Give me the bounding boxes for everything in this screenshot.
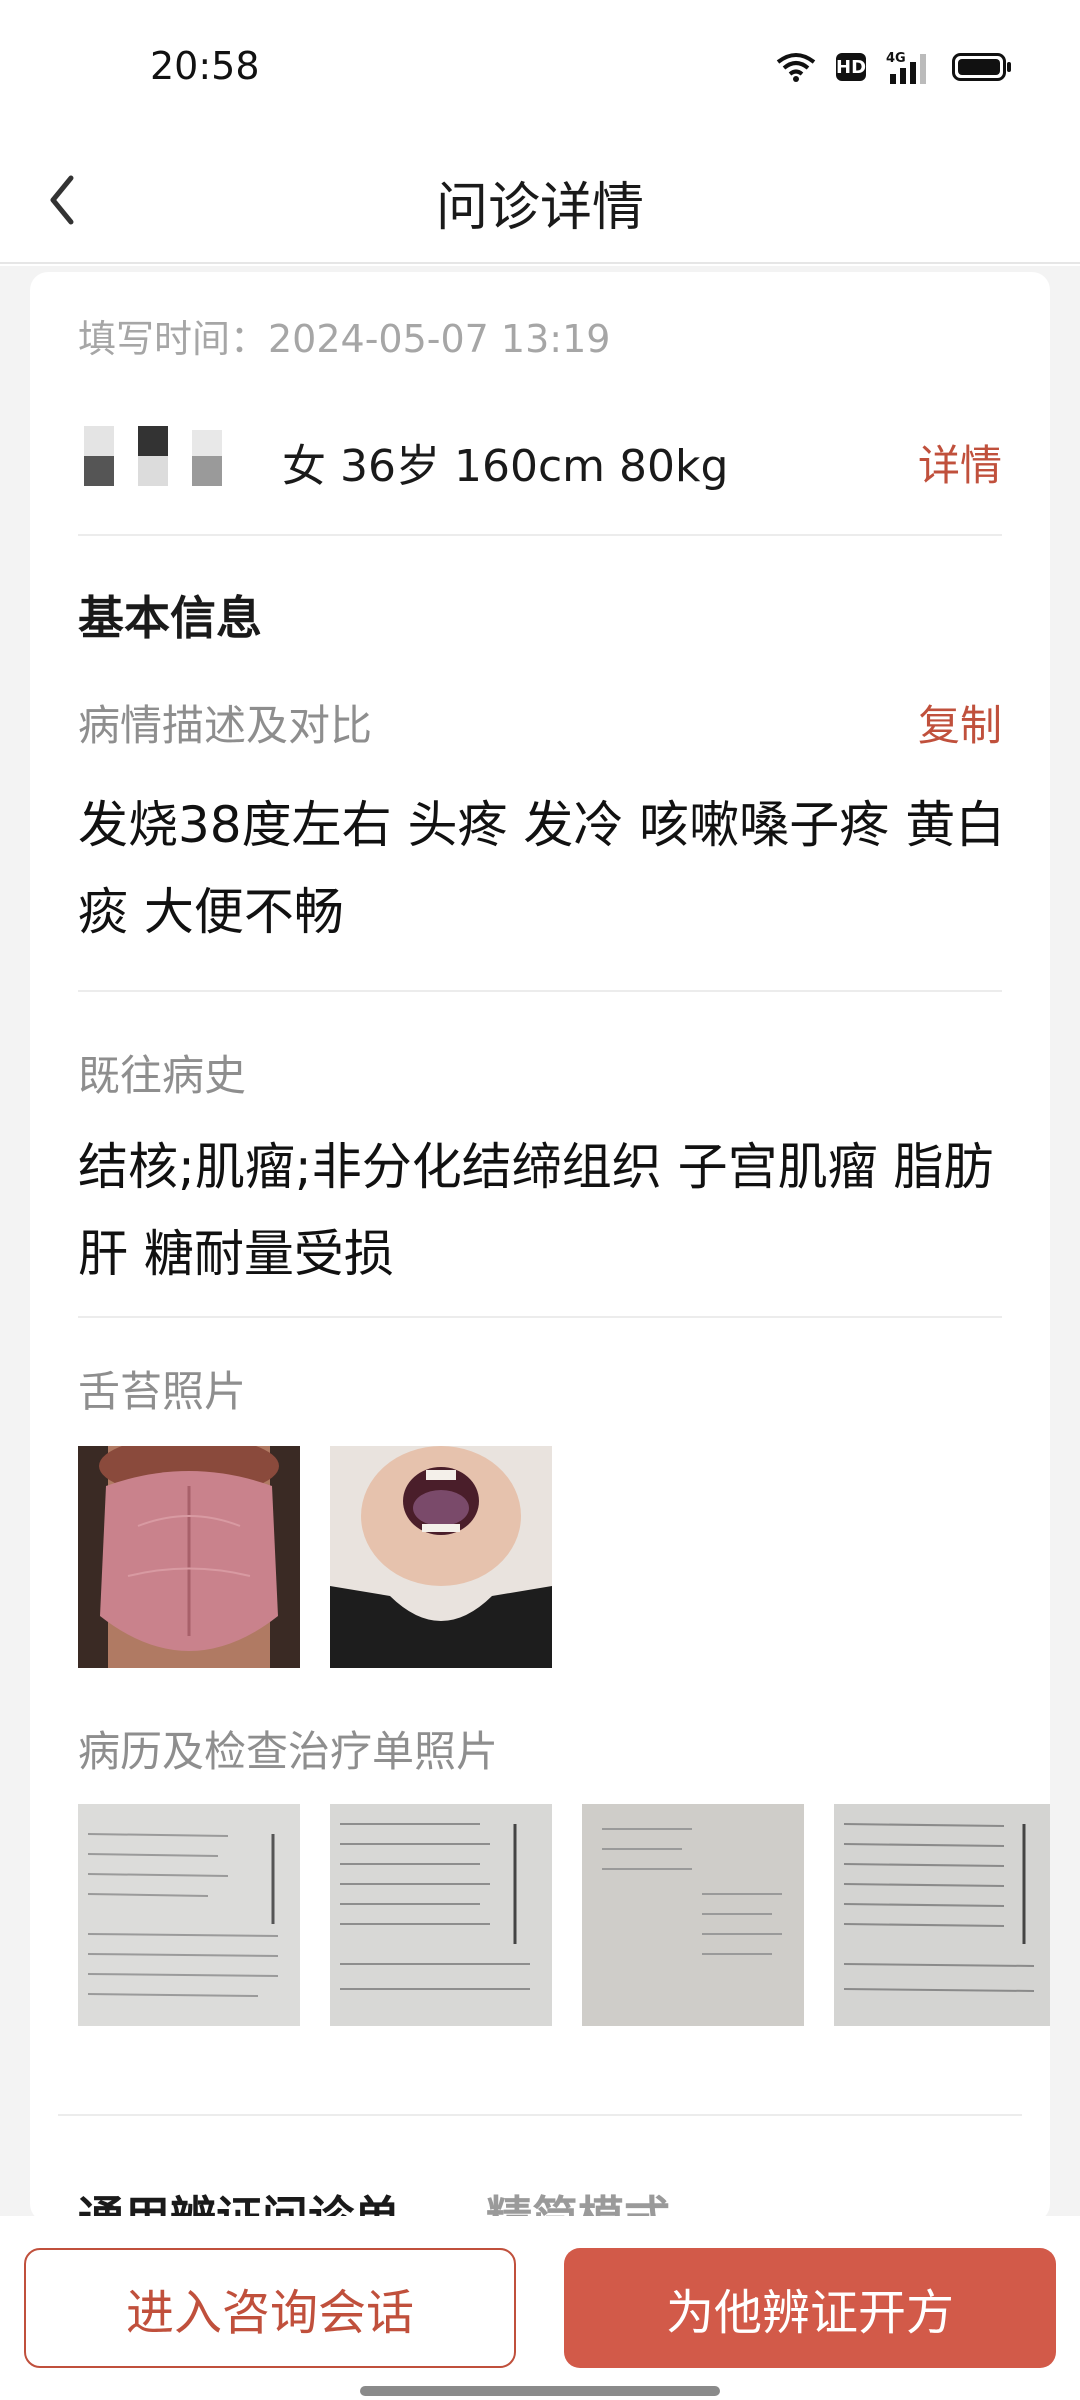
page-title: 问诊详情 <box>435 177 644 238</box>
wifi-icon <box>776 52 816 82</box>
record-photo-3[interactable] <box>582 1804 804 2026</box>
records-photos-label: 病历及检查治疗单照片 <box>78 1727 499 1776</box>
section-title-basic-info: 基本信息 <box>78 591 262 645</box>
tongue-photos-label: 舌苔照片 <box>78 1367 247 1416</box>
signal-icon: 4G <box>886 50 932 84</box>
fill-time: 填写时间：2024-05-07 13:19 <box>78 317 611 361</box>
tongue-photo-row <box>78 1446 552 1668</box>
home-indicator[interactable] <box>360 2386 720 2396</box>
status-bar: 20:58 HD 4G <box>0 0 1080 140</box>
status-time: 20:58 <box>150 44 260 88</box>
condition-text: 发烧38度左右 头疼 发冷 咳嗽嗓子疼 黄白痰 大便不畅 <box>78 796 1006 941</box>
consultation-card: 填写时间：2024-05-07 13:19 女 36岁 160cm 80kg 详… <box>30 272 1050 2245</box>
patient-info: 女 36岁 160cm 80kg <box>282 441 729 492</box>
record-photo-1[interactable] <box>78 1804 300 2026</box>
divider <box>58 2114 1022 2116</box>
hd-icon: HD <box>836 53 866 81</box>
patient-row: 女 36岁 160cm 80kg 详情 <box>78 412 1002 536</box>
patient-name-redacted <box>78 426 238 486</box>
battery-icon <box>952 52 1012 82</box>
patient-detail-link[interactable]: 详情 <box>918 432 1002 493</box>
chevron-left-icon <box>47 174 77 230</box>
back-button[interactable] <box>24 164 100 240</box>
divider <box>78 1316 1002 1318</box>
network-type-label: 4G <box>886 51 906 66</box>
condition-label: 病情描述及对比 <box>78 701 373 750</box>
prescribe-button[interactable]: 为他辨证开方 <box>564 2248 1056 2368</box>
bottom-action-bar: 进入咨询会话 为他辨证开方 <box>0 2216 1080 2400</box>
copy-button[interactable]: 复制 <box>918 692 1002 753</box>
record-photo-2[interactable] <box>330 1804 552 2026</box>
nav-bar: 问诊详情 <box>0 140 1080 264</box>
divider <box>78 990 1002 992</box>
tongue-photo-2[interactable] <box>330 1446 552 1668</box>
enter-chat-button[interactable]: 进入咨询会话 <box>24 2248 516 2368</box>
history-label: 既往病史 <box>78 1051 247 1100</box>
status-icons: HD 4G <box>776 50 1012 84</box>
record-photo-row <box>78 1804 1050 2026</box>
history-text: 结核;肌瘤;非分化结缔组织 子宫肌瘤 脂肪肝 糖耐量受损 <box>78 1138 994 1283</box>
tongue-photo-1[interactable] <box>78 1446 300 1668</box>
record-photo-4[interactable] <box>834 1804 1050 2026</box>
